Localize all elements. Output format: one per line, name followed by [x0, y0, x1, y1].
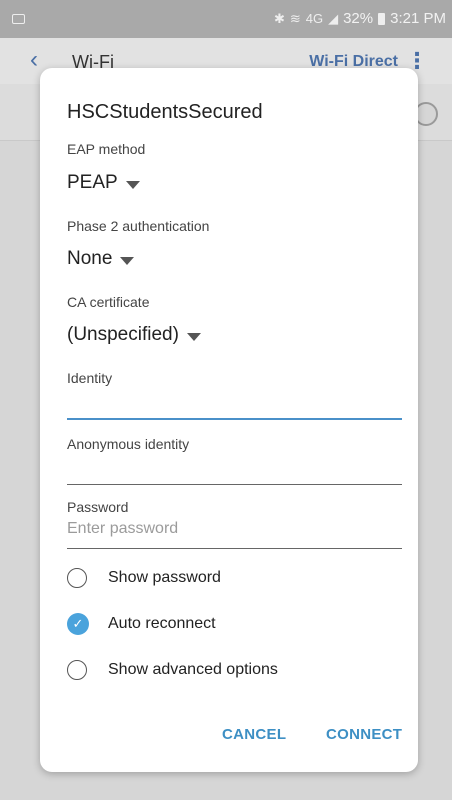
auto-reconnect-option[interactable]: ✓ Auto reconnect	[67, 610, 216, 638]
cancel-button[interactable]: CANCEL	[222, 726, 286, 743]
status-bar: ✱ ≋ 4G ◢ 32% 3:21 PM	[0, 0, 452, 38]
show-password-label: Show password	[108, 569, 221, 586]
connect-button[interactable]: CONNECT	[326, 726, 402, 743]
ca-certificate-label: CA certificate	[67, 294, 150, 310]
dropdown-caret-icon	[125, 180, 140, 189]
battery-percent: 32%	[343, 10, 374, 27]
anonymous-identity-input[interactable]	[67, 484, 402, 485]
identity-label: Identity	[67, 370, 113, 386]
signal-icon: ◢	[328, 10, 339, 26]
ca-certificate-select[interactable]: (Unspecified)	[67, 324, 201, 346]
eap-method-value: PEAP	[67, 172, 118, 193]
password-label: Password	[67, 499, 129, 515]
wifi-connect-dialog: HSCStudentsSecured EAP method PEAP Phase…	[40, 68, 418, 772]
signal-label: 4G	[305, 11, 324, 26]
radio-unchecked-icon[interactable]	[67, 660, 87, 680]
battery-icon	[378, 12, 386, 25]
password-underline	[67, 548, 402, 549]
phase2-select[interactable]: None	[67, 248, 135, 270]
show-password-option[interactable]: Show password	[67, 564, 221, 592]
dialog-title: HSCStudentsSecured	[67, 101, 263, 123]
bluetooth-icon: ✱	[273, 10, 285, 26]
password-input[interactable]: Enter password	[67, 520, 178, 538]
ca-certificate-value: (Unspecified)	[67, 324, 179, 345]
show-advanced-options-label: Show advanced options	[108, 661, 278, 678]
back-chevron-icon[interactable]: ‹	[30, 46, 38, 74]
dropdown-caret-icon	[186, 332, 201, 341]
phase2-value: None	[67, 248, 113, 269]
eap-method-label: EAP method	[67, 141, 146, 157]
dropdown-caret-icon	[120, 256, 135, 265]
identity-input[interactable]	[67, 418, 402, 420]
clock: 3:21 PM	[390, 10, 446, 27]
radio-unchecked-icon[interactable]	[67, 568, 87, 588]
checkmark-icon[interactable]: ✓	[67, 613, 89, 635]
show-advanced-options-option[interactable]: Show advanced options	[67, 656, 278, 684]
notification-icon	[12, 14, 25, 24]
anonymous-identity-label: Anonymous identity	[67, 436, 190, 452]
wifi-icon: ≋	[289, 10, 301, 26]
eap-method-select[interactable]: PEAP	[67, 172, 140, 194]
auto-reconnect-label: Auto reconnect	[108, 615, 216, 632]
phase2-label: Phase 2 authentication	[67, 218, 210, 234]
status-icons: ✱ ≋ 4G ◢ 32% 3:21 PM	[274, 10, 446, 27]
